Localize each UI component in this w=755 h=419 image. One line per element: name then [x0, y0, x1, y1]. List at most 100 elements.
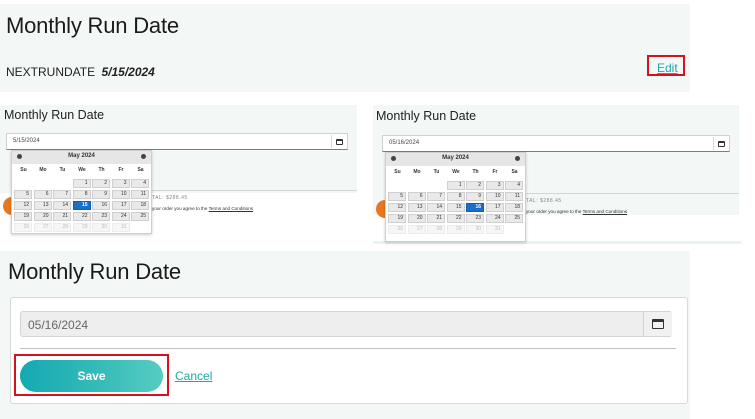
calendar-icon	[652, 319, 664, 329]
panel-title: Monthly Run Date	[6, 13, 179, 38]
save-button[interactable]: Save	[20, 360, 163, 392]
day-cell[interactable]: 20	[407, 214, 426, 223]
day-cell[interactable]: 14	[53, 201, 71, 210]
weekday-label: Su	[20, 167, 27, 173]
day-cell[interactable]: 11	[131, 190, 149, 199]
panel-title: Monthly Run Date	[4, 108, 105, 122]
terms-link[interactable]: Terms and Conditions	[583, 209, 627, 214]
weekday-label: We	[78, 167, 86, 173]
day-cell[interactable]: 17	[485, 203, 504, 212]
day-cell[interactable]: 5	[388, 192, 406, 201]
empty-day-cell	[14, 179, 32, 188]
weekday-label: Sa	[511, 169, 518, 175]
calendar-popup: May 2024 Su Mo Tu We Th Fr Sa 1 2 3 4 5 6 7 8 9 10 11 12 13…	[385, 152, 526, 242]
day-cell[interactable]: 8	[72, 190, 91, 199]
edit-link[interactable]: Edit	[657, 61, 678, 75]
day-cell[interactable]: 6	[407, 192, 426, 201]
day-cell[interactable]: 9	[466, 192, 484, 201]
day-cell[interactable]: 11	[505, 192, 523, 201]
day-cell[interactable]: 21	[427, 214, 445, 223]
date-input[interactable]: 5/15/2024	[6, 133, 348, 150]
day-cell[interactable]: 25	[505, 214, 523, 223]
selected-day-cell[interactable]: 15	[72, 201, 91, 210]
day-cell[interactable]: 28	[53, 223, 71, 232]
selected-day-cell[interactable]: 16	[466, 203, 484, 212]
day-cell[interactable]: 26	[388, 225, 406, 234]
day-cell[interactable]: 30	[92, 223, 110, 232]
day-cell[interactable]: 13	[33, 201, 52, 210]
day-cell[interactable]: 8	[446, 192, 465, 201]
orange-tab	[376, 200, 385, 218]
calendar-button[interactable]	[713, 137, 728, 150]
day-cell[interactable]: 18	[131, 201, 149, 210]
calendar-button[interactable]	[331, 135, 346, 148]
day-cell[interactable]: 2	[466, 181, 484, 190]
day-cell[interactable]: 24	[485, 214, 504, 223]
calendar-icon	[717, 140, 725, 147]
day-cell[interactable]: 23	[466, 214, 484, 223]
total-text: TAL: $288.45	[152, 195, 188, 201]
day-cell[interactable]: 10	[111, 190, 130, 199]
calendar-month-label: May 2024	[68, 153, 95, 159]
day-cell[interactable]: 6	[33, 190, 52, 199]
day-cell[interactable]: 3	[111, 179, 130, 188]
day-cell[interactable]: 26	[14, 223, 32, 232]
terms-prefix: your order you agree to the	[152, 206, 208, 211]
day-cell[interactable]: 27	[407, 225, 426, 234]
day-cell[interactable]: 1	[446, 181, 465, 190]
day-cell[interactable]: 19	[388, 214, 406, 223]
calendar-button[interactable]	[643, 312, 672, 336]
day-cell[interactable]: 19	[14, 212, 32, 221]
day-cell[interactable]: 25	[131, 212, 149, 221]
day-cell[interactable]: 7	[427, 192, 445, 201]
terms-prefix: your order you agree to the	[526, 209, 582, 214]
calendar-header: May 2024	[386, 153, 525, 166]
day-cell[interactable]: 22	[72, 212, 91, 221]
panel-title: Monthly Run Date	[376, 109, 477, 123]
day-cell[interactable]: 12	[388, 203, 406, 212]
cancel-link[interactable]: Cancel	[175, 369, 212, 383]
weekday-label: Fr	[118, 167, 124, 173]
divider	[526, 193, 739, 194]
day-cell[interactable]: 7	[53, 190, 71, 199]
day-cell[interactable]: 27	[33, 223, 52, 232]
day-cell[interactable]: 29	[72, 223, 91, 232]
weekday-label: Tu	[59, 167, 66, 173]
day-cell[interactable]: 21	[53, 212, 71, 221]
day-cell[interactable]: 18	[505, 203, 523, 212]
day-cell[interactable]: 29	[446, 225, 465, 234]
day-cell[interactable]: 28	[427, 225, 445, 234]
day-cell[interactable]: 5	[14, 190, 32, 199]
terms-link[interactable]: Terms and Conditions	[209, 206, 253, 211]
date-input[interactable]: 05/16/2024	[382, 135, 730, 152]
day-cell[interactable]: 15	[446, 203, 465, 212]
day-cell[interactable]: 14	[427, 203, 445, 212]
day-cell[interactable]: 23	[92, 212, 110, 221]
day-cell[interactable]: 16	[92, 201, 110, 210]
panel-title: Monthly Run Date	[8, 259, 181, 284]
weekday-label: Mo	[39, 167, 47, 173]
day-cell[interactable]: 31	[485, 225, 504, 234]
day-cell[interactable]: 9	[92, 190, 110, 199]
calendar-header: May 2024	[12, 151, 151, 164]
day-cell[interactable]: 30	[466, 225, 484, 234]
empty-day-cell	[388, 181, 406, 190]
day-cell[interactable]: 20	[33, 212, 52, 221]
day-cell[interactable]: 10	[485, 192, 504, 201]
day-cell[interactable]: 12	[14, 201, 32, 210]
day-cell[interactable]: 4	[131, 179, 149, 188]
day-cell[interactable]: 13	[407, 203, 426, 212]
day-cell[interactable]: 22	[446, 214, 465, 223]
day-cell[interactable]: 24	[111, 212, 130, 221]
day-cell[interactable]: 3	[485, 181, 504, 190]
next-month-icon[interactable]	[141, 154, 146, 159]
day-cell[interactable]: 2	[92, 179, 110, 188]
day-cell[interactable]: 31	[111, 223, 130, 232]
day-cell[interactable]: 4	[505, 181, 523, 190]
day-cell[interactable]: 17	[111, 201, 130, 210]
weekday-label: Th	[98, 167, 105, 173]
day-cell[interactable]: 1	[72, 179, 91, 188]
next-month-icon[interactable]	[515, 156, 520, 161]
date-input[interactable]	[20, 311, 672, 337]
weekday-label: Mo	[413, 169, 421, 175]
